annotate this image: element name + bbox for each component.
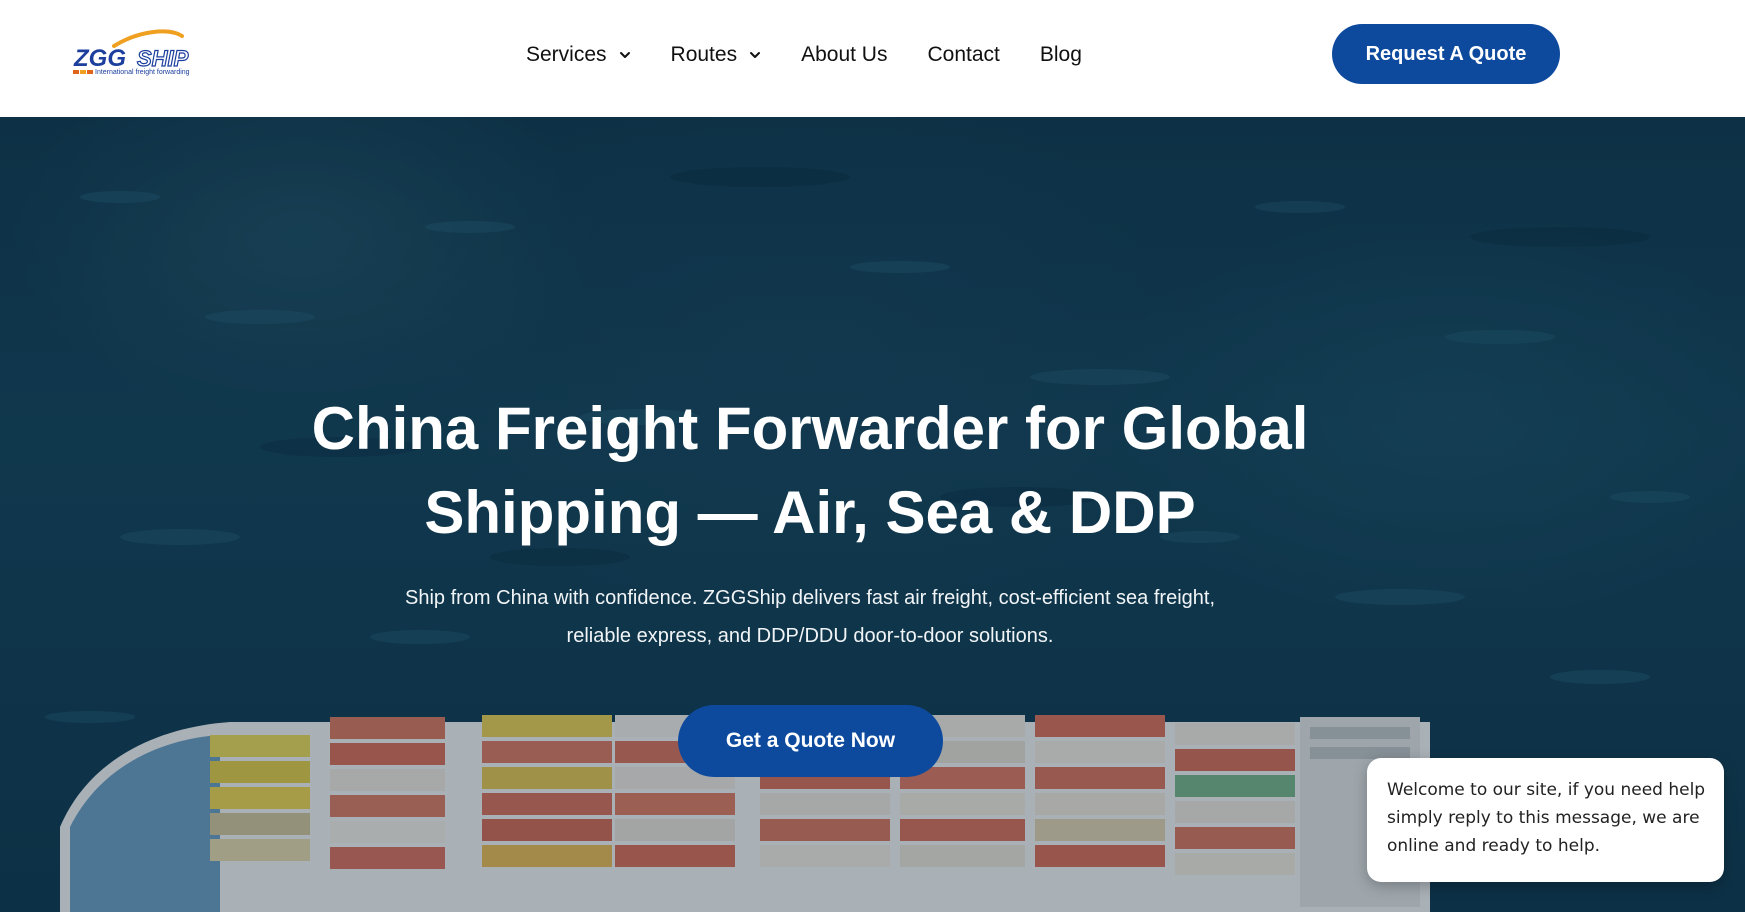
hero-title-line-2: Shipping — Air, Sea & DDP — [424, 479, 1196, 546]
nav-label: Blog — [1039, 43, 1082, 66]
svg-text:International freight forwardi: International freight forwarding — [95, 69, 190, 76]
main-nav: Services Routes About Us Contact Blog — [526, 40, 1082, 70]
nav-item-about-us[interactable]: About Us — [801, 43, 887, 67]
site-header: ZGG SHIP International freight forwardin… — [0, 0, 1745, 117]
hero-subtitle: Ship from China with confidence. ZGGShip… — [350, 579, 1270, 655]
get-quote-now-button[interactable]: Get a Quote Now — [678, 705, 943, 777]
nav-item-services[interactable]: Services — [526, 43, 631, 67]
chevron-down-icon — [749, 49, 761, 61]
nav-item-routes[interactable]: Routes — [671, 43, 762, 67]
chat-message-line-2: simply reply to this message, we are — [1387, 808, 1700, 828]
chat-message-line-3: online and ready to help. — [1387, 836, 1601, 856]
hero-subtitle-line-1: Ship from China with confidence. ZGGShip… — [405, 587, 1215, 609]
nav-label: Routes — [670, 43, 738, 66]
nav-item-contact[interactable]: Contact — [927, 43, 999, 67]
svg-text:SHIP: SHIP — [137, 46, 189, 71]
chat-message-line-1: Welcome to our site, if you need help — [1387, 780, 1706, 800]
nav-label: Services — [526, 43, 607, 66]
nav-item-blog[interactable]: Blog — [1040, 43, 1082, 67]
hero-title-line-1: China Freight Forwarder for Global — [311, 395, 1309, 462]
hero-subtitle-line-2: reliable express, and DDP/DDU door-to-do… — [566, 625, 1054, 647]
chat-welcome-bubble[interactable]: Welcome to our site, if you need help si… — [1367, 758, 1724, 882]
hero-title: China Freight Forwarder for Global Shipp… — [230, 387, 1390, 555]
nav-label: Contact — [927, 43, 1000, 66]
chevron-down-icon — [619, 49, 631, 61]
svg-text:ZGG: ZGG — [73, 45, 126, 72]
request-quote-button[interactable]: Request A Quote — [1332, 24, 1560, 84]
nav-label: About Us — [801, 43, 888, 66]
zggship-logo[interactable]: ZGG SHIP International freight forwardin… — [70, 28, 205, 82]
